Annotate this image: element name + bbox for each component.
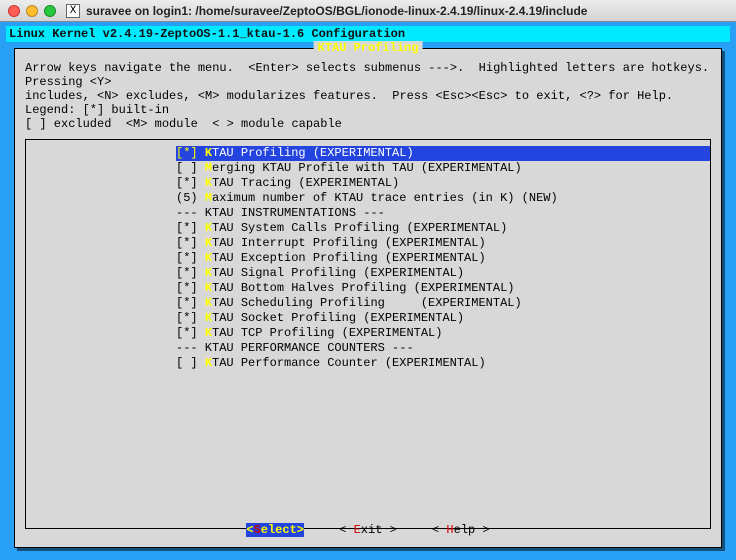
menu-item[interactable]: [*] KTAU TCP Profiling (EXPERIMENTAL)	[176, 326, 710, 341]
menu-item[interactable]: [*] KTAU Bottom Halves Profiling (EXPERI…	[176, 281, 710, 296]
menu-item[interactable]: [ ] Merging KTAU Profile with TAU (EXPER…	[176, 161, 710, 176]
help-button[interactable]: < Help >	[432, 523, 490, 537]
menu-separator: --- KTAU PERFORMANCE COUNTERS ---	[176, 341, 710, 356]
menu-item[interactable]: [*] KTAU Exception Profiling (EXPERIMENT…	[176, 251, 710, 266]
menu-item[interactable]: (5) Maximum number of KTAU trace entries…	[176, 191, 710, 206]
menu-item[interactable]: [*] KTAU Socket Profiling (EXPERIMENTAL)	[176, 311, 710, 326]
help-text: Arrow keys navigate the menu. <Enter> se…	[25, 61, 711, 131]
menu-list[interactable]: [*] KTAU Profiling (EXPERIMENTAL)[ ] Mer…	[26, 144, 710, 371]
window-title: suravee on login1: /home/suravee/ZeptoOS…	[86, 4, 587, 18]
zoom-icon[interactable]	[44, 5, 56, 17]
dialog-title: KTAU Profiling	[314, 41, 423, 55]
close-icon[interactable]	[8, 5, 20, 17]
window-controls[interactable]	[8, 5, 56, 17]
menu-item[interactable]: [*] KTAU Interrupt Profiling (EXPERIMENT…	[176, 236, 710, 251]
terminal-area: Linux Kernel v2.4.19-ZeptoOS-1.1_ktau-1.…	[0, 22, 736, 560]
select-button[interactable]: <Select>	[246, 523, 304, 537]
minimize-icon[interactable]	[26, 5, 38, 17]
menu-item[interactable]: [*] KTAU Scheduling Profiling (EXPERIMEN…	[176, 296, 710, 311]
menu-separator: --- KTAU INSTRUMENTATIONS ---	[176, 206, 710, 221]
exit-button[interactable]: < Exit >	[339, 523, 397, 537]
button-bar: <Select> < Exit > < Help >	[15, 523, 721, 537]
menu-item[interactable]: [ ] KTAU Performance Counter (EXPERIMENT…	[176, 356, 710, 371]
menu-frame: [*] KTAU Profiling (EXPERIMENTAL)[ ] Mer…	[25, 139, 711, 529]
x11-app-icon: X	[66, 4, 80, 18]
main-dialog: KTAU Profiling Arrow keys navigate the m…	[14, 48, 722, 548]
menu-item[interactable]: [*] KTAU Tracing (EXPERIMENTAL)	[176, 176, 710, 191]
menu-item[interactable]: [*] KTAU Signal Profiling (EXPERIMENTAL)	[176, 266, 710, 281]
macos-titlebar: X suravee on login1: /home/suravee/Zepto…	[0, 0, 736, 22]
menu-item[interactable]: [*] KTAU Profiling (EXPERIMENTAL)	[176, 146, 710, 161]
menu-item[interactable]: [*] KTAU System Calls Profiling (EXPERIM…	[176, 221, 710, 236]
config-header: Linux Kernel v2.4.19-ZeptoOS-1.1_ktau-1.…	[6, 26, 730, 42]
